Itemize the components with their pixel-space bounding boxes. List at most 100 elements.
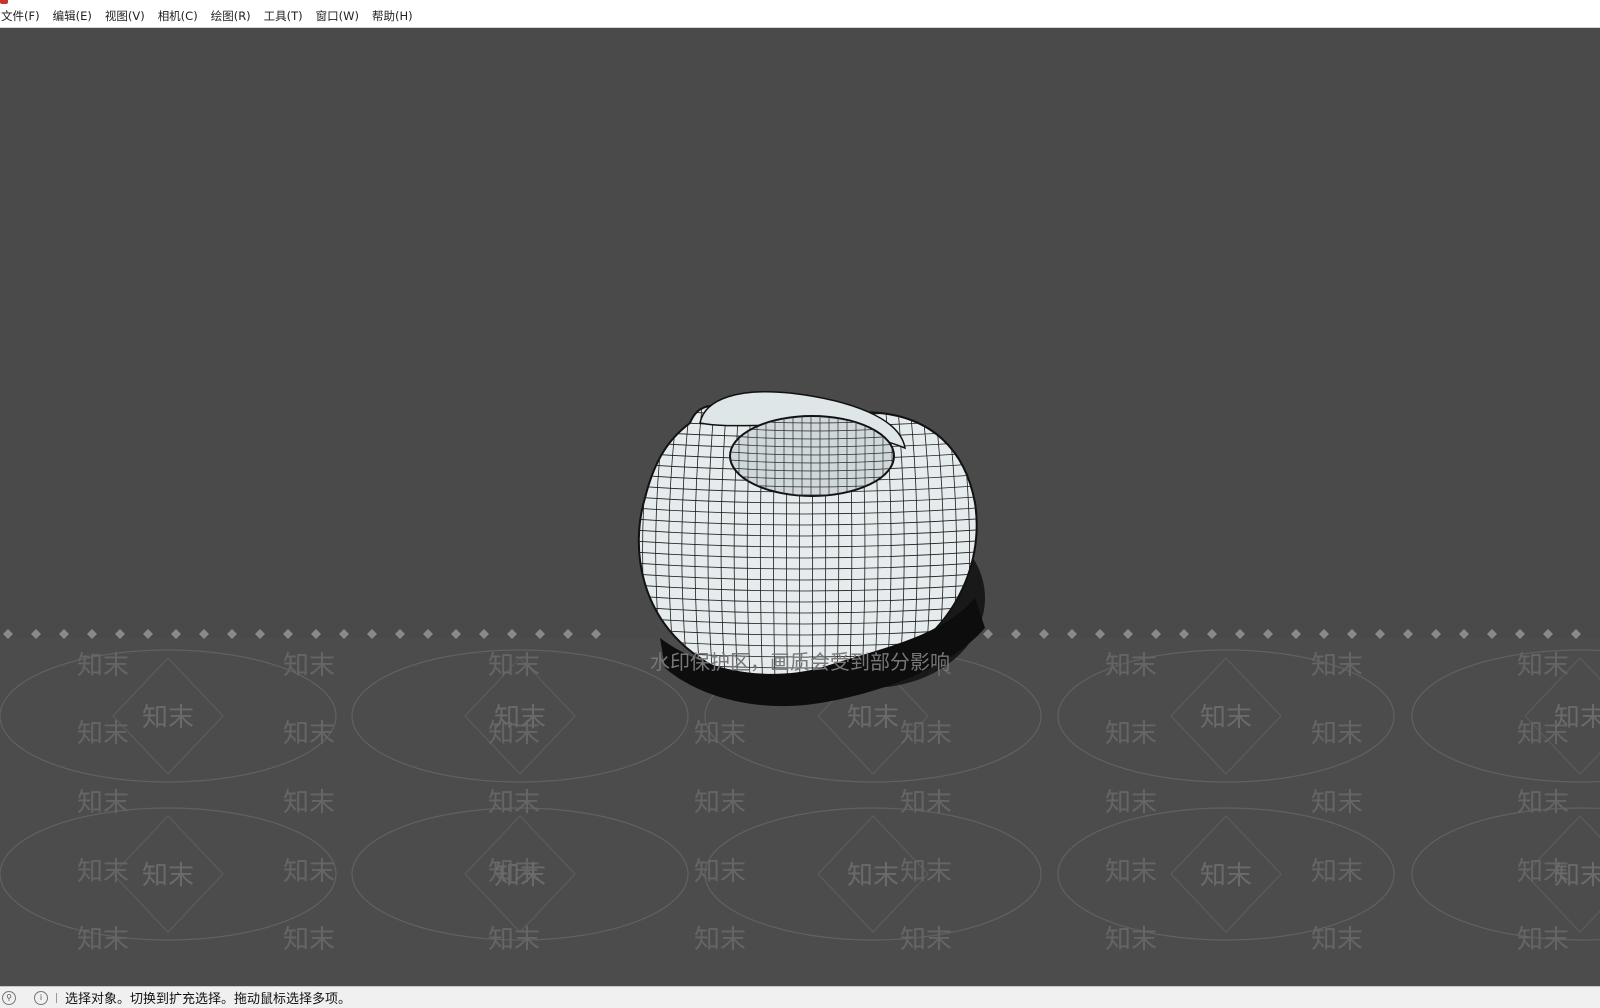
watermark-dot: [451, 629, 461, 639]
watermark-badge-text: 知末: [142, 861, 194, 891]
status-separator: [56, 992, 57, 1003]
watermark-tile-text: 知末: [283, 857, 335, 887]
watermark-tile-text: 知末: [1311, 719, 1363, 749]
watermark-tile-text: 知末: [1517, 788, 1569, 818]
watermark-dot: [1235, 629, 1245, 639]
watermark-tile-text: 知末: [283, 719, 335, 749]
watermark-tile-text: 知末: [1105, 857, 1157, 887]
menu-camera[interactable]: 相机(C): [158, 8, 205, 24]
watermark-dot: [479, 629, 489, 639]
watermark-dot: [1179, 629, 1189, 639]
watermark-tile-text: 知末: [77, 651, 129, 681]
watermark-badge-text: 知末: [142, 703, 194, 733]
watermark-tile-text: 知末: [77, 719, 129, 749]
watermark-dot: [31, 629, 41, 639]
watermark-dot: [143, 629, 153, 639]
menu-tools[interactable]: 工具(T): [264, 8, 310, 24]
watermark-tile-text: 知末: [77, 788, 129, 818]
watermark-tile-text: 知末: [900, 719, 952, 749]
watermark-dot: [591, 629, 601, 639]
watermark-badge-text: 知末: [847, 861, 899, 891]
watermark-dot: [1123, 629, 1133, 639]
watermark-dot: [339, 629, 349, 639]
menu-bar: 文件(F) 编辑(E) 视图(V) 相机(C) 绘图(R) 工具(T) 窗口(W…: [0, 4, 1600, 28]
watermark-badge-text: 知末: [494, 703, 546, 733]
watermark-tile-text: 知末: [694, 857, 746, 887]
watermark-dot: [507, 629, 517, 639]
watermark-tile-text: 知末: [694, 719, 746, 749]
watermark-dot: [311, 629, 321, 639]
scene-canvas[interactable]: 知末 知末 知末 知末 知末 知末知末 知末 知末 知末 知末 知末 知末 知末知末 知末 知末 知末 知末 知末…: [0, 28, 1600, 986]
status-bar: ⚲ i 选择对象。切换到扩充选择。拖动鼠标选择多项。: [0, 986, 1600, 1008]
watermark-dot: [395, 629, 405, 639]
watermark-tile-text: 知末: [77, 857, 129, 887]
watermark-tile-text: 知末: [283, 925, 335, 955]
menu-help[interactable]: 帮助(H): [372, 8, 420, 24]
watermark-tile-text: 知末: [900, 788, 952, 818]
watermark-dot: [423, 629, 433, 639]
watermark-dot: [3, 629, 13, 639]
watermark-dot: [227, 629, 237, 639]
watermark-badge-text: 知末: [847, 703, 899, 733]
watermark-badge-text: 知末: [1200, 703, 1252, 733]
menu-edit[interactable]: 编辑(E): [53, 8, 99, 24]
watermark-tile-text: 知末: [694, 788, 746, 818]
watermark-dot: [1039, 629, 1049, 639]
watermark-dot: [87, 629, 97, 639]
watermark-tile-text: 知末: [1105, 925, 1157, 955]
watermark-dot: [1319, 629, 1329, 639]
watermark-dot: [1067, 629, 1077, 639]
watermark-tile-text: 知末: [1517, 651, 1569, 681]
watermark-dot: [1151, 629, 1161, 639]
watermark-tile-text: 知末: [1311, 925, 1363, 955]
watermark-dot: [1543, 629, 1553, 639]
watermark-badge-text: 知末: [494, 861, 546, 891]
menu-window[interactable]: 窗口(W): [316, 8, 366, 24]
watermark-dot: [171, 629, 181, 639]
drawing-viewport[interactable]: 知末 知末 知末 知末 知末 知末 知末 知末 知末 知末 知末 知末 知末 知末 知末 知末 知末 知末 知末 知末…: [0, 28, 1600, 986]
watermark-dot: [255, 629, 265, 639]
watermark-dot: [983, 629, 993, 639]
watermark-dot: [1263, 629, 1273, 639]
watermark-dot: [563, 629, 573, 639]
watermark-dot: [283, 629, 293, 639]
watermark-dot: [115, 629, 125, 639]
watermark-dot: [1375, 629, 1385, 639]
watermark-tile-text: 知末: [488, 925, 540, 955]
watermark-tile-text: 知末: [1517, 925, 1569, 955]
watermark-dot: [1571, 629, 1581, 639]
watermark-tile-text: 知末: [1105, 719, 1157, 749]
watermark-dot: [1347, 629, 1357, 639]
watermark-badge-text: 知末: [1200, 861, 1252, 891]
watermark-dot: [1431, 629, 1441, 639]
watermark-dot: [535, 629, 545, 639]
watermark-tile-text: 知末: [1105, 788, 1157, 818]
watermark-tile-text: 知末: [488, 651, 540, 681]
watermark-tile-text: 知末: [900, 857, 952, 887]
menu-file[interactable]: 文件(F): [0, 8, 47, 24]
watermark-tile-text: 知末: [488, 788, 540, 818]
watermark-tile-text: 知末: [77, 925, 129, 955]
watermark-tile-text: 知末: [1311, 788, 1363, 818]
watermark-badge-text: 知末: [1554, 861, 1600, 891]
watermark-tile-text: 知末: [1105, 651, 1157, 681]
geo-location-icon[interactable]: ⚲: [2, 990, 16, 1005]
watermark-banner: 水印保护区，画质会受到部分影响: [650, 650, 950, 674]
watermark-dot: [1403, 629, 1413, 639]
watermark-dot: [1291, 629, 1301, 639]
watermark-dot: [1515, 629, 1525, 639]
status-message: 选择对象。切换到扩充选择。拖动鼠标选择多项。: [65, 992, 352, 1007]
watermark-dot: [1095, 629, 1105, 639]
watermark-tile-text: 知末: [283, 651, 335, 681]
menu-draw[interactable]: 绘图(R): [211, 8, 258, 24]
watermark-dot: [1459, 629, 1469, 639]
watermark-tile-text: 知末: [900, 925, 952, 955]
watermark-dot: [1011, 629, 1021, 639]
watermark-tile-text: 知末: [1311, 651, 1363, 681]
watermark-tile-text: 知末: [1311, 857, 1363, 887]
watermark-dot: [59, 629, 69, 639]
menu-view[interactable]: 视图(V): [105, 8, 152, 24]
watermark-badge-text: 知末: [1554, 703, 1600, 733]
watermark-dot: [1207, 629, 1217, 639]
info-icon[interactable]: i: [34, 990, 48, 1005]
